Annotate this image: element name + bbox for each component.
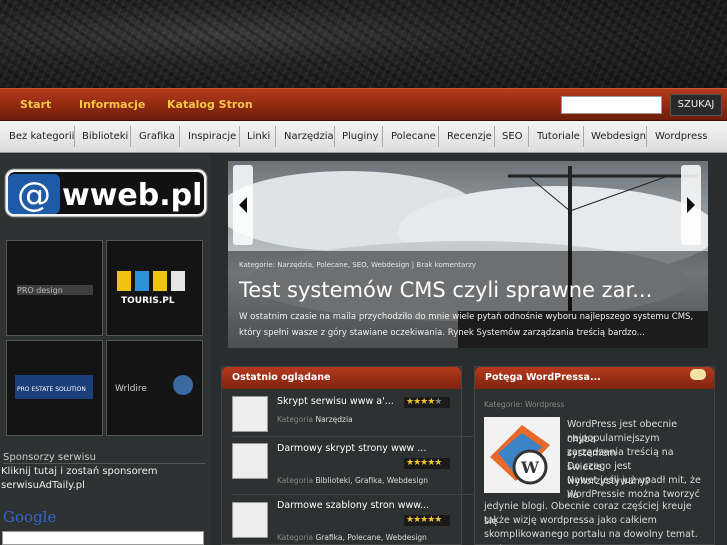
category-divider [438, 126, 439, 147]
thumb-touris[interactable]: TOURIS.PL [106, 240, 203, 336]
rating-stars: ★★★★★ [404, 458, 450, 469]
category-linki[interactable]: Linki [247, 121, 270, 152]
slider-excerpt: W ostatnim czasie na maila przychodziło … [239, 312, 694, 338]
sponsors-divider [3, 463, 206, 464]
thumb-label: PRO design [17, 286, 63, 295]
category-grafika[interactable]: Grafika [139, 121, 175, 152]
svg-text:W: W [520, 458, 540, 477]
category-polecane[interactable]: Polecane [391, 121, 436, 152]
recent-item-title[interactable]: Skrypt serwisu www a'... [277, 396, 394, 407]
google-search-input[interactable] [2, 531, 204, 545]
category-divider [179, 126, 180, 147]
category-divider [334, 126, 335, 147]
adtaily-link[interactable]: serwisuAdTaily.pl [1, 480, 85, 491]
slider-prev-button[interactable] [233, 165, 253, 245]
item-thumbnail[interactable] [232, 502, 268, 538]
slider-meta: Kategorie: Narzędzia, Polecane, SEO, Web… [239, 261, 477, 269]
category-seo[interactable]: SEO [502, 121, 523, 152]
category-divider [382, 126, 383, 147]
category-divider [528, 126, 529, 147]
recent-item-category: Kategoria Grafika, Polecane, Webdesign [277, 533, 427, 542]
recent-heading: Ostatnio oglądane [222, 367, 461, 389]
category-webdesign[interactable]: Webdesign [591, 121, 646, 152]
logo-text: wweb.pl [62, 178, 202, 213]
slider-next-button[interactable] [681, 165, 701, 245]
featured-slider[interactable]: Kategorie: Narzędzia, Polecane, SEO, Web… [228, 161, 708, 348]
header-texture [0, 0, 727, 88]
search-input[interactable] [561, 96, 662, 114]
recent-item-title[interactable]: Darmowy skrypt strony www ... [277, 443, 426, 454]
category-biblioteki[interactable]: Biblioteki [82, 121, 128, 152]
category-divider [583, 126, 584, 147]
thumb-label: PRO ESTATE SOLUTION [17, 386, 86, 393]
comment-icon[interactable] [690, 369, 706, 380]
category-wordpress[interactable]: Wordpress [655, 121, 708, 152]
nav-start[interactable]: Start [20, 98, 51, 111]
nav-katalog-stron[interactable]: Katalog Stron [167, 98, 253, 111]
wordpress-line: skomplikowanego portalu na dowolny temat… [484, 529, 698, 545]
category-narzedzia[interactable]: Narzędzia [284, 121, 334, 152]
rating-stars: ★★★★★ [404, 397, 450, 408]
wordpress-line: także wizję wordpressa jako całkiem [484, 515, 657, 526]
sponsors-heading: Sponsorzy serwisu [3, 452, 96, 463]
category-divider [239, 126, 240, 147]
thumb-wrldire[interactable]: Wrldire [106, 340, 203, 436]
category-divider [130, 126, 131, 147]
site-logo[interactable]: @ wweb.pl [4, 168, 208, 218]
slider-title[interactable]: Test systemów CMS czyli sprawne zar... [239, 278, 652, 302]
category-inspiracje[interactable]: Inspiracje [188, 121, 236, 152]
thumb-pro-design[interactable]: PRO design [6, 240, 103, 336]
wordpress-category: Kategorie: Wordpress [484, 400, 565, 409]
category-divider [74, 126, 75, 147]
google-logo: Google [3, 508, 57, 526]
rating-stars: ★★★★★ [404, 515, 450, 526]
recent-item-title[interactable]: Darmowe szablony stron www... [277, 500, 429, 511]
thumb-pro-estate[interactable]: PRO ESTATE SOLUTION [6, 340, 103, 436]
category-divider [275, 126, 276, 147]
category-tutoriale[interactable]: Tutoriale [537, 121, 580, 152]
thumb-label: TOURIS.PL [121, 296, 175, 306]
wordpress-heading: Potęga WordPressa... [475, 367, 714, 389]
item-thumbnail[interactable] [232, 443, 268, 479]
chevron-right-icon [687, 197, 695, 213]
category-recenzje[interactable]: Recenzje [447, 121, 492, 152]
item-thumbnail[interactable] [232, 396, 268, 432]
category-divider [494, 126, 495, 147]
nav-informacje[interactable]: Informacje [79, 98, 145, 111]
chevron-left-icon [239, 197, 247, 213]
recent-item-category: Kategoria Narzędzia [277, 415, 353, 424]
category-bar: Bez kategorii Biblioteki Grafika Inspira… [0, 121, 727, 153]
logo-glyph: @ [17, 175, 51, 215]
thumb-label: Wrldire [115, 384, 147, 394]
category-pluginy[interactable]: Pluginy [342, 121, 379, 152]
category-divider [646, 126, 647, 147]
search-button[interactable]: SZUKAJ [670, 94, 722, 116]
sponsor-link[interactable]: Kliknij tutaj i zostań sponsorem [1, 466, 157, 477]
wordpress-thumbnail[interactable]: W [484, 417, 560, 493]
recent-item-category: Kategoria Biblioteki, Grafika, Webdesign [277, 476, 428, 485]
category-bez-kategorii[interactable]: Bez kategorii [9, 121, 74, 152]
